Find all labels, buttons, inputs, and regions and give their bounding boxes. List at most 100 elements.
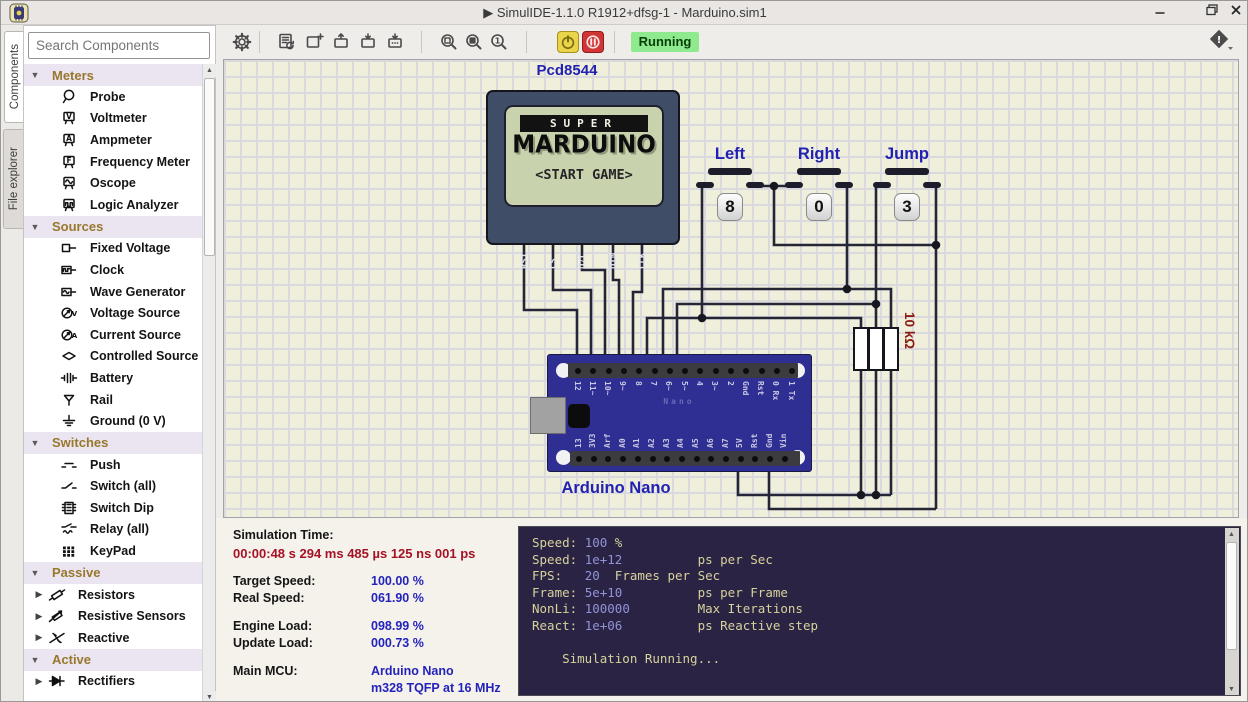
category-header-passive[interactable]: ▼Passive <box>24 562 204 584</box>
component-item-logic-analyzer[interactable]: Logic Analyzer <box>24 194 204 216</box>
scroll-up-icon[interactable]: ▲ <box>203 64 216 77</box>
pin-A1[interactable] <box>635 456 641 462</box>
open-circuit-icon[interactable] <box>331 31 353 53</box>
component-item-voltmeter[interactable]: VVoltmeter <box>24 108 204 130</box>
component-item-controlled-source[interactable]: Controlled Source <box>24 346 204 368</box>
pin-Rst[interactable] <box>752 456 758 462</box>
simulation-console[interactable]: Speed: 100 %Speed: 1e+12 ps per SecFPS: … <box>518 526 1241 696</box>
board-reset-button[interactable] <box>568 404 590 428</box>
component-item-switch-all-[interactable]: Switch (all) <box>24 476 204 498</box>
pin-Gnd[interactable] <box>767 456 773 462</box>
expand-arrow-icon[interactable]: ▶ <box>32 676 46 687</box>
tab-components[interactable]: Components <box>4 31 24 123</box>
search-components-input[interactable] <box>28 32 210 59</box>
pin-Arf[interactable] <box>605 456 611 462</box>
category-header-switches[interactable]: ▼Switches <box>24 432 204 454</box>
circuit-canvas[interactable]: Pcd8544 SUPER MARDUINO <START GAME> RSTC… <box>223 59 1239 518</box>
pin-11[interactable] <box>590 368 596 374</box>
component-item-rail[interactable]: Rail <box>24 389 204 411</box>
pin-3V3[interactable] <box>591 456 597 462</box>
collapse-triangle-icon[interactable]: ▼ <box>24 568 44 578</box>
recent-circuits-icon[interactable] <box>276 31 298 53</box>
save-as-circuit-icon[interactable] <box>385 31 407 53</box>
pin-Vin[interactable] <box>782 456 788 462</box>
collapse-triangle-icon[interactable]: ▼ <box>24 222 44 232</box>
scrollbar-thumb[interactable] <box>1226 542 1237 650</box>
zoom-one-icon[interactable]: 1 <box>488 31 510 53</box>
component-item-switch-dip[interactable]: Switch Dip <box>24 497 204 519</box>
button-key-badge-right[interactable]: 0 <box>806 193 832 221</box>
restore-button[interactable] <box>1201 3 1223 23</box>
pin-Rst[interactable] <box>759 368 765 374</box>
save-circuit-icon[interactable] <box>358 31 380 53</box>
pin-1Tx[interactable] <box>789 368 795 374</box>
pin-5V[interactable] <box>738 456 744 462</box>
component-item-wave-generator[interactable]: Wave Generator <box>24 281 204 303</box>
pin-6[interactable] <box>667 368 673 374</box>
category-header-active[interactable]: ▼Active <box>24 649 204 671</box>
button-key-badge-left[interactable]: 8 <box>717 193 743 221</box>
push-button-jump[interactable] <box>885 168 929 175</box>
component-item-frequency-meter[interactable]: FFrequency Meter <box>24 151 204 173</box>
pin-9[interactable] <box>621 368 627 374</box>
pin-A5[interactable] <box>694 456 700 462</box>
zoom-fit-icon[interactable] <box>438 31 460 53</box>
component-item-rectifiers[interactable]: ▶Rectifiers <box>24 671 204 693</box>
pin-A4[interactable] <box>679 456 685 462</box>
pin-2[interactable] <box>728 368 734 374</box>
tab-file-explorer[interactable]: File explorer <box>3 129 23 229</box>
close-button[interactable] <box>1225 3 1247 23</box>
component-item-keypad[interactable]: KeyPad <box>24 540 204 562</box>
pin-A6[interactable] <box>708 456 714 462</box>
console-scrollbar[interactable]: ▲ ▼ <box>1225 528 1239 696</box>
info-button[interactable]: ! <box>1206 29 1236 55</box>
component-item-clock[interactable]: Clock <box>24 259 204 281</box>
category-header-sources[interactable]: ▼Sources <box>24 216 204 238</box>
pin-A3[interactable] <box>664 456 670 462</box>
scroll-up-icon[interactable]: ▲ <box>1225 528 1238 541</box>
power-circuit-icon[interactable] <box>557 31 579 53</box>
component-item-relay-all-[interactable]: Relay (all) <box>24 519 204 541</box>
scroll-down-icon[interactable]: ▼ <box>1225 683 1238 696</box>
expand-arrow-icon[interactable]: ▶ <box>32 632 46 643</box>
pin-12[interactable] <box>575 368 581 374</box>
expand-arrow-icon[interactable]: ▶ <box>32 611 46 622</box>
collapse-triangle-icon[interactable]: ▼ <box>24 438 44 448</box>
button-key-badge-jump[interactable]: 3 <box>894 193 920 221</box>
component-item-reactive[interactable]: ▶Reactive <box>24 627 204 649</box>
pin-10[interactable] <box>606 368 612 374</box>
pin-5[interactable] <box>682 368 688 374</box>
component-item-current-source[interactable]: ACurrent Source <box>24 324 204 346</box>
scrollbar-thumb[interactable] <box>204 78 215 256</box>
pcd8544-display[interactable]: SUPER MARDUINO <START GAME> RSTCSD/CDINC… <box>486 90 680 245</box>
pin-8[interactable] <box>636 368 642 374</box>
push-button-left[interactable] <box>708 168 752 175</box>
pin-7[interactable] <box>652 368 658 374</box>
component-item-ground-0-v-[interactable]: Ground (0 V) <box>24 410 204 432</box>
pause-simulation-icon[interactable] <box>582 31 604 53</box>
pin-Gnd[interactable] <box>743 368 749 374</box>
component-item-voltage-source[interactable]: VVoltage Source <box>24 302 204 324</box>
component-item-resistive-sensors[interactable]: ▶Resistive Sensors <box>24 605 204 627</box>
pin-13[interactable] <box>576 456 582 462</box>
collapse-triangle-icon[interactable]: ▼ <box>24 655 44 665</box>
push-button-right[interactable] <box>797 168 841 175</box>
component-item-ampmeter[interactable]: AAmpmeter <box>24 129 204 151</box>
pin-3[interactable] <box>713 368 719 374</box>
pin-0Rx[interactable] <box>774 368 780 374</box>
component-item-resistors[interactable]: ▶Resistors <box>24 584 204 606</box>
pin-A2[interactable] <box>650 456 656 462</box>
component-item-oscope[interactable]: Oscope <box>24 172 204 194</box>
pin-4[interactable] <box>697 368 703 374</box>
component-item-push[interactable]: Push <box>24 454 204 476</box>
pin-A0[interactable] <box>620 456 626 462</box>
new-circuit-icon[interactable] <box>304 31 326 53</box>
component-item-battery[interactable]: Battery <box>24 367 204 389</box>
component-item-fixed-voltage[interactable]: Fixed Voltage <box>24 238 204 260</box>
expand-arrow-icon[interactable]: ▶ <box>32 589 46 600</box>
settings-icon[interactable] <box>231 31 253 53</box>
sidebar-scrollbar[interactable]: ▲ ▼ <box>202 64 215 702</box>
component-item-probe[interactable]: Probe <box>24 86 204 108</box>
scroll-down-icon[interactable]: ▼ <box>203 691 216 702</box>
minimize-button[interactable] <box>1149 3 1171 23</box>
